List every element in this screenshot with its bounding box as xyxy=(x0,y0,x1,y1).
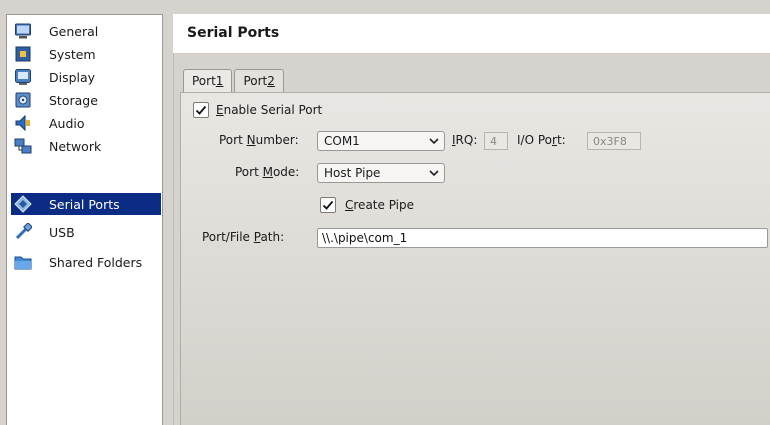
port-mode-label: Port Mode: xyxy=(235,165,299,179)
sidebar-item-label: Network xyxy=(49,138,102,154)
display-icon xyxy=(15,69,31,85)
sidebar-item-network[interactable]: Network xyxy=(11,135,161,157)
sidebar-item-shared-folders[interactable]: Shared Folders xyxy=(11,251,161,273)
port-file-path-input[interactable] xyxy=(317,228,768,248)
port-number-label: Port Number: xyxy=(219,133,299,147)
tab-label: Port xyxy=(192,74,216,88)
sidebar-item-label: Storage xyxy=(49,92,98,108)
port-tabs: Port 1 Port 2 xyxy=(183,69,286,92)
network-icon xyxy=(14,138,32,154)
sidebar-item-serial-ports[interactable]: Serial Ports xyxy=(11,193,161,215)
tab-panel-port-1: Enable Serial Port Port Number: COM1 IRQ… xyxy=(180,92,770,425)
sidebar-item-label: USB xyxy=(49,224,75,240)
label-text: Port/File xyxy=(202,230,254,244)
chip-icon xyxy=(15,46,31,62)
folder-icon xyxy=(14,256,32,270)
sidebar-item-label: Audio xyxy=(49,115,85,131)
sidebar-item-label: Display xyxy=(49,69,96,85)
tab-mnemonic: 2 xyxy=(267,74,275,88)
label-text: reate Pipe xyxy=(353,198,415,212)
sidebar-item-system[interactable]: System xyxy=(11,43,161,65)
label-mnemonic: N xyxy=(246,133,256,147)
create-pipe-label[interactable]: Create Pipe xyxy=(345,198,414,212)
chevron-down-icon xyxy=(429,170,439,177)
page-title: Serial Ports xyxy=(187,25,280,41)
label-text: I/O Po xyxy=(517,133,552,147)
port-number-value: COM1 xyxy=(324,134,360,148)
page-header: Serial Ports xyxy=(173,14,770,54)
create-pipe-checkbox[interactable] xyxy=(320,197,336,213)
checkmark-icon xyxy=(322,200,334,210)
tab-port-1[interactable]: Port 1 xyxy=(183,69,233,92)
sidebar-item-audio[interactable]: Audio xyxy=(11,112,161,134)
label-mnemonic: E xyxy=(216,103,224,117)
serial-port-icon xyxy=(14,195,32,213)
label-text: nable Serial Port xyxy=(223,103,323,117)
label-text: ath: xyxy=(260,230,285,244)
enable-serial-port-label[interactable]: Enable Serial Port xyxy=(216,103,322,117)
sidebar-item-usb[interactable]: USB xyxy=(11,221,161,243)
irq-field: 4 xyxy=(484,132,508,150)
sidebar-item-general[interactable]: General xyxy=(11,20,161,42)
io-port-label: I/O Port: xyxy=(517,133,566,147)
sidebar-item-label: Shared Folders xyxy=(49,254,143,270)
label-text: ode: xyxy=(272,165,300,179)
sidebar-item-label: System xyxy=(49,46,96,62)
tab-port-2[interactable]: Port 2 xyxy=(234,69,284,92)
sidebar-item-display[interactable]: Display xyxy=(11,66,161,88)
storage-icon xyxy=(15,92,31,108)
monitor-icon xyxy=(15,23,31,39)
sidebar-item-storage[interactable]: Storage xyxy=(11,89,161,111)
enable-serial-port-checkbox[interactable] xyxy=(193,102,209,118)
settings-sidebar: General System Display Storage Audio Net… xyxy=(6,14,163,425)
tab-mnemonic: 1 xyxy=(215,74,224,88)
usb-icon xyxy=(15,223,32,240)
port-file-path-label: Port/File Path: xyxy=(202,230,284,244)
label-text: umber: xyxy=(255,133,299,147)
label-mnemonic: M xyxy=(262,165,273,179)
sidebar-item-label: General xyxy=(49,23,99,39)
port-number-select[interactable]: COM1 xyxy=(317,131,445,151)
tab-label: Port xyxy=(243,74,268,88)
irq-label: IRQ: xyxy=(452,133,477,147)
label-text: t: xyxy=(556,133,566,147)
chevron-down-icon xyxy=(429,138,439,145)
io-port-field: 0x3F8 xyxy=(587,132,641,150)
label-text: Port xyxy=(235,165,263,179)
port-mode-value: Host Pipe xyxy=(324,166,381,180)
port-mode-select[interactable]: Host Pipe xyxy=(317,163,445,183)
label-text: Port xyxy=(219,133,247,147)
sidebar-item-label: Serial Ports xyxy=(49,196,120,212)
label-text: RQ: xyxy=(455,133,478,147)
checkmark-icon xyxy=(195,105,207,115)
speaker-icon xyxy=(15,114,30,132)
serial-ports-panel: Port 1 Port 2 Enable Serial Port Port Nu… xyxy=(173,54,770,425)
